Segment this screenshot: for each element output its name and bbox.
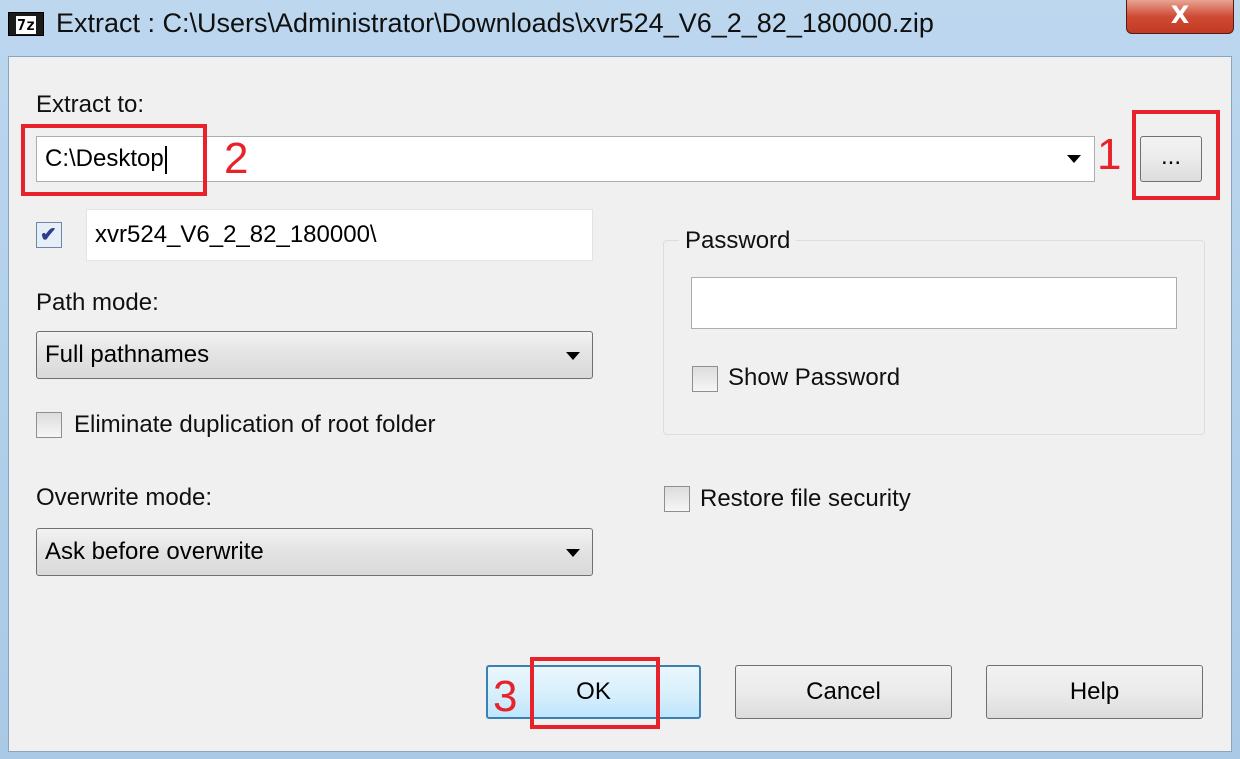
password-group-label: Password <box>679 227 797 255</box>
eliminate-duplication-label[interactable]: Eliminate duplication of root folder <box>74 411 436 439</box>
chevron-down-icon[interactable] <box>1067 155 1081 163</box>
password-input[interactable] <box>691 277 1177 329</box>
extract-to-label: Extract to: <box>36 91 145 118</box>
cancel-button[interactable]: Cancel <box>735 665 952 719</box>
extract-dialog: 7z Extract : C:\Users\Administrator\Down… <box>0 0 1240 759</box>
chevron-down-icon <box>566 352 580 360</box>
overwrite-mode-label: Overwrite mode: <box>36 484 213 511</box>
window-title: Extract : C:\Users\Administrator\Downloa… <box>56 8 934 38</box>
dialog-body: Extract to: C:\Desktop ... ✔ xvr524_V6_2… <box>8 56 1232 752</box>
app-icon-text: 7z <box>15 16 37 34</box>
annotation-step-1: 1 <box>1097 130 1122 179</box>
checkmark-icon: ✔ <box>40 224 57 246</box>
title-bar[interactable]: 7z Extract : C:\Users\Administrator\Down… <box>0 0 1240 50</box>
chevron-down-icon <box>566 549 580 557</box>
subfolder-field[interactable]: xvr524_V6_2_82_180000\ <box>86 209 593 261</box>
password-group <box>663 240 1205 435</box>
close-icon: X <box>1170 1 1190 29</box>
overwrite-mode-value: Ask before overwrite <box>45 538 264 565</box>
path-mode-label: Path mode: <box>36 289 159 316</box>
annotation-box-browse <box>1132 110 1220 200</box>
eliminate-duplication-checkbox[interactable] <box>36 412 62 438</box>
annotation-step-2: 2 <box>224 134 249 183</box>
path-mode-value: Full pathnames <box>45 341 210 368</box>
7zip-icon: 7z <box>8 12 44 36</box>
annotation-box-ok <box>530 657 660 729</box>
restore-security-checkbox[interactable] <box>664 486 690 512</box>
help-button[interactable]: Help <box>986 665 1203 719</box>
path-mode-select[interactable]: Full pathnames <box>36 331 593 379</box>
close-button[interactable]: X <box>1126 0 1234 34</box>
annotation-step-3: 3 <box>493 672 518 721</box>
show-password-checkbox[interactable] <box>692 366 718 392</box>
restore-security-label[interactable]: Restore file security <box>700 485 911 513</box>
annotation-box-path <box>21 124 207 196</box>
overwrite-mode-select[interactable]: Ask before overwrite <box>36 528 593 576</box>
show-password-label[interactable]: Show Password <box>728 364 900 392</box>
subfolder-checkbox[interactable]: ✔ <box>36 222 62 248</box>
